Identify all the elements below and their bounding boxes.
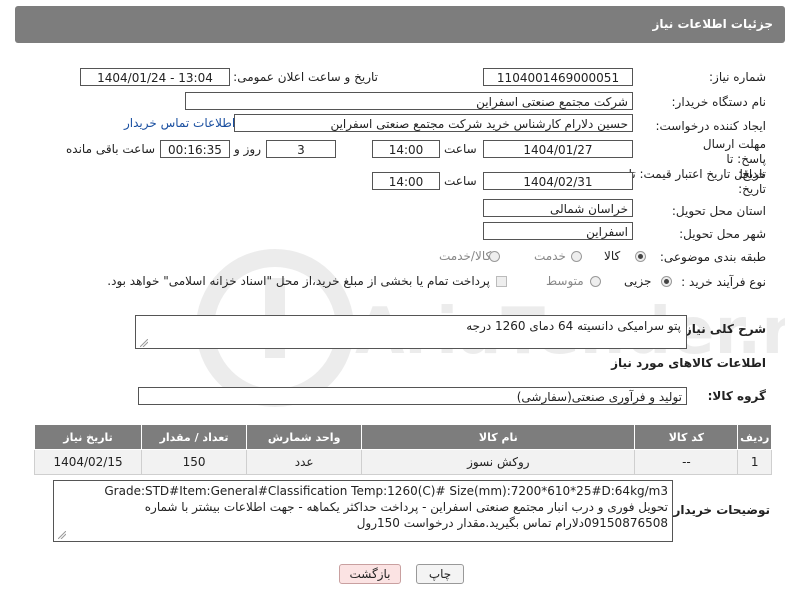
process-radio-medium[interactable] [590, 276, 601, 287]
col-goods-name: نام کالا [361, 424, 636, 450]
deadline-time-field: 14:00 [372, 140, 440, 158]
province-label: استان محل تحویل: [671, 204, 766, 218]
cell-row-number: 1 [737, 449, 772, 475]
process-label: نوع فرآیند خرید : [681, 275, 766, 289]
buyer-notes-label: توضیحات خریدار: [668, 503, 770, 517]
category-radio-service[interactable] [571, 251, 582, 262]
description-text: پتو سرامیکی دانسیته 64 دمای 1260 درجه [466, 319, 681, 333]
province-field: خراسان شمالی [483, 199, 633, 217]
col-goods-code: کد کالا [634, 424, 739, 450]
need-number-field: 1104001469000051 [483, 68, 633, 86]
buyer-notes-field: Grade:STD#Item:General#Classification Te… [53, 480, 673, 542]
cell-goods-code: -- [634, 449, 739, 475]
validity-label: حداقل تاریخ اعتبار قیمت: تا تاریخ: [628, 167, 766, 196]
announce-date-label: تاریخ و ساعت اعلان عمومی: [233, 70, 378, 84]
col-unit: واحد شمارش [246, 424, 363, 450]
back-button[interactable]: بازگشت [339, 564, 401, 584]
treasury-note: پرداخت تمام یا بخشی از مبلغ خرید،از محل … [107, 274, 490, 288]
cell-need-date: 1404/02/15 [33, 449, 143, 475]
cell-goods-name: روکش نسوز [361, 449, 636, 475]
description-field: پتو سرامیکی دانسیته 64 دمای 1260 درجه [135, 315, 687, 349]
items-table: ردیف کد کالا نام کالا واحد شمارش تعداد /… [33, 424, 772, 475]
buyer-notes-line-2: تحویل فوری و درب انبار مجتمع صنعتی اسفرا… [144, 500, 668, 514]
buyer-notes-line-3: 09150876508دلارام تماس بگیرید.مقدار درخو… [356, 516, 668, 530]
city-field: اسفراین [483, 222, 633, 240]
category-option-goods: کالا [604, 249, 621, 263]
process-option-minor: جزیی [624, 274, 652, 288]
validity-time-label: ساعت [444, 174, 477, 188]
days-remaining-field: 3 [266, 140, 336, 158]
buyer-contact-link[interactable]: اطلاعات تماس خریدار [124, 116, 235, 130]
col-quantity: تعداد / مقدار [141, 424, 248, 450]
goods-group-label: گروه کالا: [707, 389, 766, 403]
table-header-row: ردیف کد کالا نام کالا واحد شمارش تعداد /… [33, 424, 772, 450]
remaining-time-field: 00:16:35 [160, 140, 230, 158]
days-label: روز و [234, 142, 261, 156]
process-option-medium: متوسط [546, 274, 584, 288]
buyer-org-label: نام دستگاه خریدار: [671, 95, 767, 109]
category-label: طبقه بندی موضوعی: [659, 250, 766, 264]
buyer-notes-line-1: Grade:STD#Item:General#Classification Te… [104, 484, 668, 498]
col-row-number: ردیف [737, 424, 772, 450]
requester-label: ایجاد کننده درخواست: [655, 119, 766, 133]
validity-date-field: 1404/02/31 [483, 172, 633, 190]
category-radio-goods[interactable] [635, 251, 646, 262]
page-title: جزئیات اطلاعات نیاز [652, 17, 773, 31]
goods-info-title: اطلاعات کالاهای مورد نیاز [611, 356, 766, 370]
city-label: شهر محل تحویل: [679, 227, 766, 241]
print-button[interactable]: چاپ [416, 564, 464, 584]
process-radio-minor[interactable] [661, 276, 672, 287]
col-need-date: تاریخ نیاز [33, 424, 143, 450]
buyer-org-field: شرکت مجتمع صنعتی اسفراین [185, 92, 633, 110]
cell-unit: عدد [246, 449, 363, 475]
category-option-service: خدمت [534, 249, 566, 263]
remaining-time-label: ساعت باقی مانده [66, 142, 156, 156]
cell-quantity: 150 [141, 449, 248, 475]
deadline-date-field: 1404/01/27 [483, 140, 633, 158]
need-number-label: شماره نیاز: [709, 70, 766, 84]
validity-time-field: 14:00 [372, 172, 440, 190]
resize-grip-icon[interactable] [140, 339, 148, 347]
resize-grip-icon[interactable] [58, 531, 66, 539]
treasury-checkbox[interactable] [496, 276, 507, 287]
category-option-goods-service: کالا/خدمت [439, 249, 492, 263]
description-label: شرح کلی نیاز: [680, 322, 766, 336]
page-header: جزئیات اطلاعات نیاز [15, 6, 785, 43]
deadline-time-label: ساعت [444, 142, 477, 156]
announce-date-field: 1404/01/24 - 13:04 [80, 68, 230, 86]
goods-group-field: تولید و فرآوری صنعتی(سفارشی) [138, 387, 687, 405]
table-row: 1 -- روکش نسوز عدد 150 1404/02/15 [33, 449, 772, 475]
requester-field: حسین دلارام کارشناس خرید شرکت مجتمع صنعت… [234, 114, 633, 132]
